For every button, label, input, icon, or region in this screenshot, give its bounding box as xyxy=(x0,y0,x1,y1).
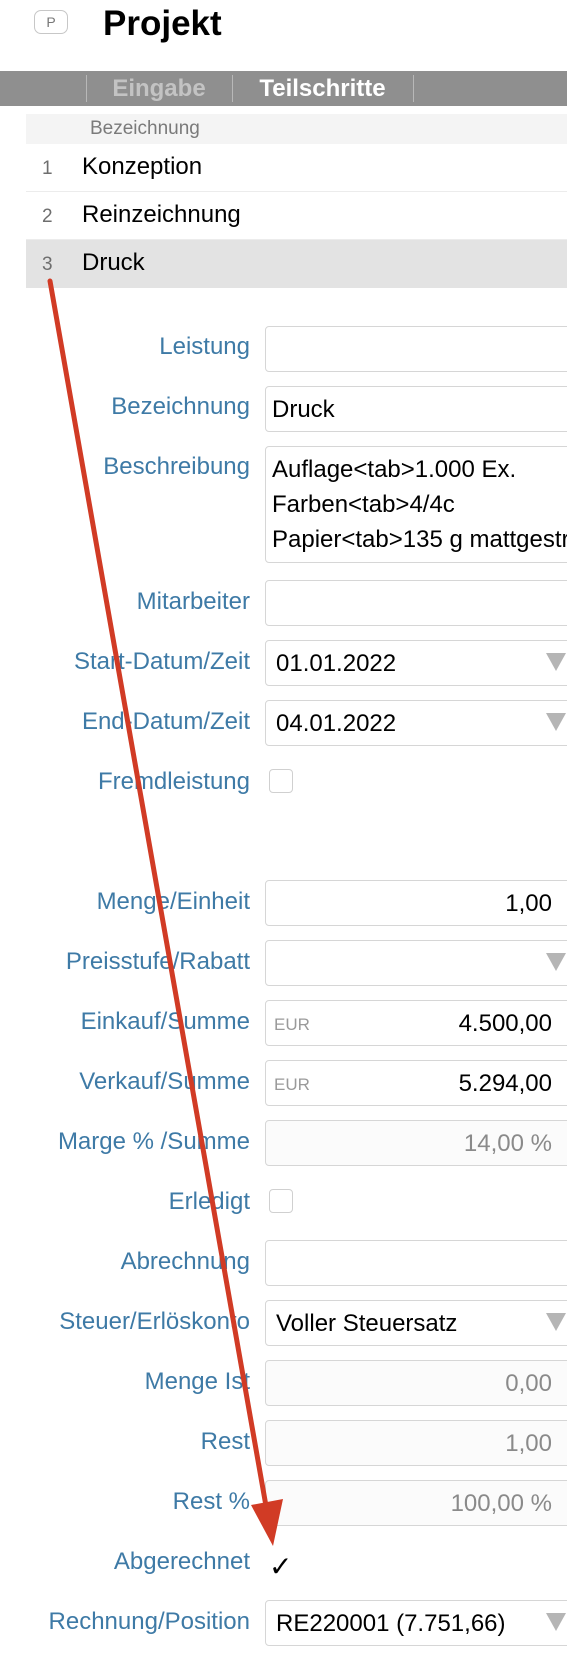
chevron-down-icon xyxy=(546,1313,566,1331)
end-datum-select[interactable]: 04.01.2022 xyxy=(265,700,567,746)
rest-prozent-field: 100,00 % xyxy=(265,1480,567,1526)
label-abrechnung: Abrechnung xyxy=(120,1248,250,1275)
label-steuer: Steuer/Erlöskonto xyxy=(59,1308,250,1335)
table-row[interactable]: 2 Reinzeichnung xyxy=(26,192,567,240)
start-datum-value: 01.01.2022 xyxy=(276,650,397,677)
abgerechnet-checkbox-checked[interactable]: ✓ xyxy=(269,1550,292,1583)
verkauf-value: 5.294,00 xyxy=(458,1070,552,1097)
tab-eingabe[interactable]: Eingabe xyxy=(86,71,232,106)
label-verkauf: Verkauf/Summe xyxy=(79,1068,250,1095)
rechnung-value: RE220001 (7.751,66) xyxy=(276,1610,506,1637)
label-abgerechnet: Abgerechnet xyxy=(113,1548,250,1575)
beschreibung-textarea[interactable]: Auflage<tab>1.000 Ex. Farben<tab>4/4c Pa… xyxy=(265,446,567,563)
tab-bar: Eingabe Teilschritte xyxy=(0,71,567,106)
row-name: Druck xyxy=(82,249,145,276)
abrechnung-input[interactable] xyxy=(265,1240,567,1286)
marge-value: 14,00 % xyxy=(463,1130,552,1157)
page-title: Projekt xyxy=(103,4,222,43)
erledigt-checkbox[interactable] xyxy=(269,1189,293,1213)
table-row[interactable]: 1 Konzeption xyxy=(26,144,567,192)
row-name: Konzeption xyxy=(82,153,203,180)
chevron-down-icon xyxy=(546,713,566,731)
leistung-input[interactable] xyxy=(265,326,567,372)
label-einkauf: Einkauf/Summe xyxy=(80,1008,250,1035)
rest-prozent-value: 100,00 % xyxy=(450,1490,552,1517)
table-row-selected[interactable]: 3 Druck xyxy=(26,240,567,288)
rest-value: 1,00 xyxy=(505,1430,552,1457)
chevron-down-icon xyxy=(546,1613,566,1631)
currency-label: EUR xyxy=(274,1015,310,1034)
label-start-datum: Start-Datum/Zeit xyxy=(73,648,250,675)
menge-value: 1,00 xyxy=(505,890,552,917)
label-bezeichnung: Bezeichnung xyxy=(111,393,250,420)
label-beschreibung: Beschreibung xyxy=(103,453,250,480)
marge-field: 14,00 % xyxy=(265,1120,567,1166)
beschreibung-line: Farben<tab>4/4c xyxy=(272,491,455,518)
label-erledigt: Erledigt xyxy=(168,1188,250,1215)
einkauf-value: 4.500,00 xyxy=(458,1010,552,1037)
label-preisstufe: Preisstufe/Rabatt xyxy=(65,948,250,975)
row-number: 3 xyxy=(42,254,53,275)
menge-input[interactable]: 1,00 xyxy=(265,880,567,926)
label-end-datum: End-Datum/Zeit xyxy=(81,708,250,735)
fremdleistung-checkbox[interactable] xyxy=(269,769,293,793)
bezeichnung-value: Druck xyxy=(272,396,335,423)
beschreibung-line: Auflage<tab>1.000 Ex. xyxy=(272,456,517,483)
chevron-down-icon xyxy=(546,953,566,971)
row-number: 1 xyxy=(42,158,53,179)
verkauf-input[interactable]: EUR 5.294,00 xyxy=(265,1060,567,1106)
label-rest: Rest xyxy=(200,1428,250,1455)
preisstufe-select[interactable] xyxy=(265,940,567,986)
chevron-down-icon xyxy=(546,653,566,671)
einkauf-input[interactable]: EUR 4.500,00 xyxy=(265,1000,567,1046)
row-number: 2 xyxy=(42,206,53,227)
label-menge: Menge/Einheit xyxy=(96,888,250,915)
menge-ist-field: 0,00 xyxy=(265,1360,567,1406)
label-rechnung: Rechnung/Position xyxy=(48,1608,250,1635)
end-datum-value: 04.01.2022 xyxy=(276,710,397,737)
column-header-bezeichnung[interactable]: Bezeichnung xyxy=(26,114,567,144)
mitarbeiter-input[interactable] xyxy=(265,580,567,626)
label-mitarbeiter: Mitarbeiter xyxy=(136,588,250,615)
row-name: Reinzeichnung xyxy=(82,201,241,228)
currency-label: EUR xyxy=(274,1075,310,1094)
steuer-value: Voller Steuersatz xyxy=(276,1310,458,1337)
rest-field: 1,00 xyxy=(265,1420,567,1466)
bezeichnung-input[interactable]: Druck xyxy=(265,386,567,432)
steuer-select[interactable]: Voller Steuersatz xyxy=(265,1300,567,1346)
menge-ist-value: 0,00 xyxy=(505,1370,552,1397)
beschreibung-line: Papier<tab>135 g mattgestrichen xyxy=(272,526,567,553)
label-rest-prozent: Rest % xyxy=(172,1488,250,1515)
label-leistung: Leistung xyxy=(159,333,250,360)
tab-separator xyxy=(413,75,414,102)
label-fremdleistung: Fremdleistung xyxy=(97,768,250,795)
label-menge-ist: Menge Ist xyxy=(144,1368,250,1395)
app-icon[interactable]: P xyxy=(34,10,68,34)
start-datum-select[interactable]: 01.01.2022 xyxy=(265,640,567,686)
tab-teilschritte[interactable]: Teilschritte xyxy=(232,71,413,106)
rechnung-select[interactable]: RE220001 (7.751,66) xyxy=(265,1600,567,1646)
label-marge: Marge % /Summe xyxy=(57,1128,250,1155)
